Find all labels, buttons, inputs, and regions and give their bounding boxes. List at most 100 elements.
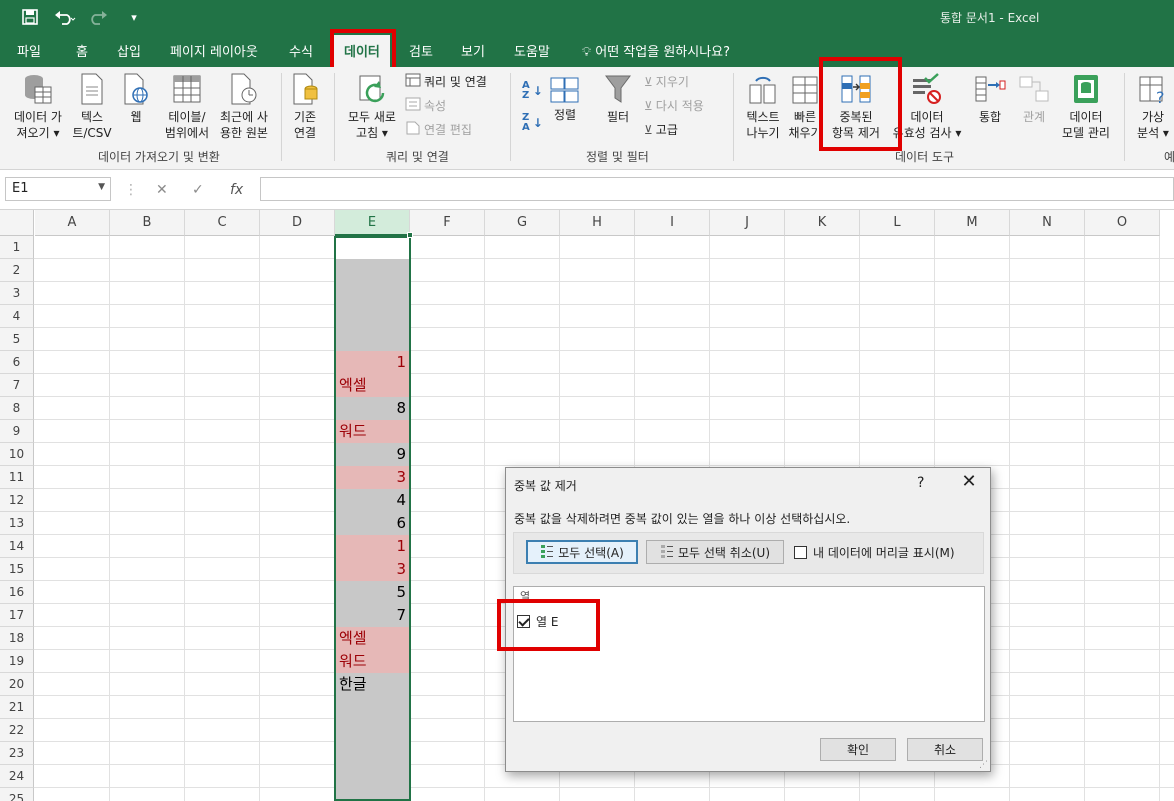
row-header-4[interactable]: 4 [0,305,34,328]
column-header-e[interactable]: E [335,210,410,236]
column-header-i[interactable]: I [635,210,710,236]
help-icon[interactable]: ? [917,475,924,491]
recent-sources-button[interactable]: 최근에 사 용한 원본 [214,73,274,141]
column-header-h[interactable]: H [560,210,635,236]
from-table-range-button[interactable]: 테이블/ 범위에서 [160,73,214,141]
cancel-button[interactable]: 취소 [907,738,983,761]
queries-connections-button[interactable]: 쿼리 및 연결 [405,73,487,90]
enter-icon[interactable]: ✓ [192,182,204,198]
row-header-2[interactable]: 2 [0,259,34,282]
cell-e10[interactable]: 9 [336,443,409,466]
save-icon[interactable] [18,6,42,28]
cell-e7[interactable]: 엑셀 [336,374,409,397]
cell-e25[interactable] [336,788,409,801]
cell-e24[interactable] [336,765,409,788]
column-header-b[interactable]: B [110,210,185,236]
has-headers-checkbox[interactable]: 내 데이터에 머리글 표시(M) [794,544,955,561]
reapply-button[interactable]: ⊻ 다시 적용 [644,97,704,114]
cell-e3[interactable] [336,282,409,305]
redo-icon[interactable] [86,6,116,28]
cell-e14[interactable]: 1 [336,535,409,558]
sort-descending-button[interactable]: Z A ↓ [522,113,543,133]
get-data-button[interactable]: 데이터 가 져오기 ▾ [8,73,68,141]
row-header-12[interactable]: 12 [0,489,34,512]
row-header-6[interactable]: 6 [0,351,34,374]
cell-e16[interactable]: 5 [336,581,409,604]
cell-e23[interactable] [336,742,409,765]
row-header-23[interactable]: 23 [0,742,34,765]
cell-e22[interactable] [336,719,409,742]
row-header-22[interactable]: 22 [0,719,34,742]
select-all-corner[interactable] [0,210,34,236]
column-header-j[interactable]: J [710,210,785,236]
customize-quick-access-icon[interactable]: ▾ [124,6,144,28]
select-all-button[interactable]: 모두 선택(A) [526,540,638,564]
row-header-7[interactable]: 7 [0,374,34,397]
insert-function-icon[interactable]: fx [230,182,243,198]
cell-e5[interactable] [336,328,409,351]
data-model-button[interactable]: 데이터 모델 관리 [1057,73,1115,141]
row-header-14[interactable]: 14 [0,535,34,558]
row-header-20[interactable]: 20 [0,673,34,696]
row-header-17[interactable]: 17 [0,604,34,627]
chevron-down-icon[interactable]: ▼ [98,182,105,192]
ok-button[interactable]: 확인 [820,738,896,761]
row-header-24[interactable]: 24 [0,765,34,788]
column-header-a[interactable]: A [35,210,110,236]
fill-handle[interactable] [407,232,413,238]
cell-e2[interactable] [336,259,409,282]
cell-e6[interactable]: 1 [336,351,409,374]
column-header-m[interactable]: M [935,210,1010,236]
column-header-c[interactable]: C [185,210,260,236]
tab-review[interactable]: 검토 [409,41,433,60]
cell-e12[interactable]: 4 [336,489,409,512]
name-box[interactable]: E1 ▼ [5,177,111,201]
cell-e21[interactable] [336,696,409,719]
unselect-all-button[interactable]: 모두 선택 취소(U) [646,540,784,564]
column-header-l[interactable]: L [860,210,935,236]
row-header-3[interactable]: 3 [0,282,34,305]
row-header-5[interactable]: 5 [0,328,34,351]
filter-button[interactable]: 필터 [598,73,638,125]
cell-e8[interactable]: 8 [336,397,409,420]
text-to-columns-button[interactable]: 텍스트 나누기 [740,73,786,141]
formula-input[interactable] [260,177,1174,201]
row-header-13[interactable]: 13 [0,512,34,535]
row-header-19[interactable]: 19 [0,650,34,673]
cancel-icon[interactable]: ✕ [156,182,168,198]
web-button[interactable]: 웹 [118,73,154,125]
cell-e20[interactable]: 한글 [336,673,409,696]
refresh-all-button[interactable]: 모두 새로 고침 ▾ [342,73,402,141]
row-header-11[interactable]: 11 [0,466,34,489]
tab-page-layout[interactable]: 페이지 레이아웃 [170,41,258,60]
tell-me-box[interactable]: 💡︎ 어떤 작업을 원하시나요? [582,41,730,60]
close-icon[interactable]: ✕ [957,471,981,492]
row-header-15[interactable]: 15 [0,558,34,581]
what-if-analysis-button[interactable]: ? 가상 분석 ▾ [1132,73,1174,141]
tab-help[interactable]: 도움말 [514,41,550,60]
cell-e9[interactable]: 워드 [336,420,409,443]
row-header-10[interactable]: 10 [0,443,34,466]
sort-button[interactable]: 정렬 [548,77,582,123]
cell-e11[interactable]: 3 [336,466,409,489]
existing-connections-button[interactable]: 기존 연결 [285,73,325,141]
cell-e19[interactable]: 워드 [336,650,409,673]
cell-e13[interactable]: 6 [336,512,409,535]
relationships-button[interactable]: 관계 [1014,73,1054,125]
row-header-25[interactable]: 25 [0,788,34,801]
edit-links-button[interactable]: 연결 편집 [405,121,472,138]
undo-icon[interactable] [50,6,80,28]
tab-view[interactable]: 보기 [461,41,485,60]
tab-insert[interactable]: 삽입 [117,41,141,60]
column-header-d[interactable]: D [260,210,335,236]
row-header-21[interactable]: 21 [0,696,34,719]
properties-button[interactable]: 속성 [405,97,446,114]
cell-e15[interactable]: 3 [336,558,409,581]
consolidate-button[interactable]: 통합 [970,73,1010,125]
column-header-o[interactable]: O [1085,210,1160,236]
tab-home[interactable]: 홈 [76,41,88,60]
column-header-g[interactable]: G [485,210,560,236]
tab-file[interactable]: 파일 [17,41,41,60]
cell-e18[interactable]: 엑셀 [336,627,409,650]
row-header-1[interactable]: 1 [0,236,34,259]
